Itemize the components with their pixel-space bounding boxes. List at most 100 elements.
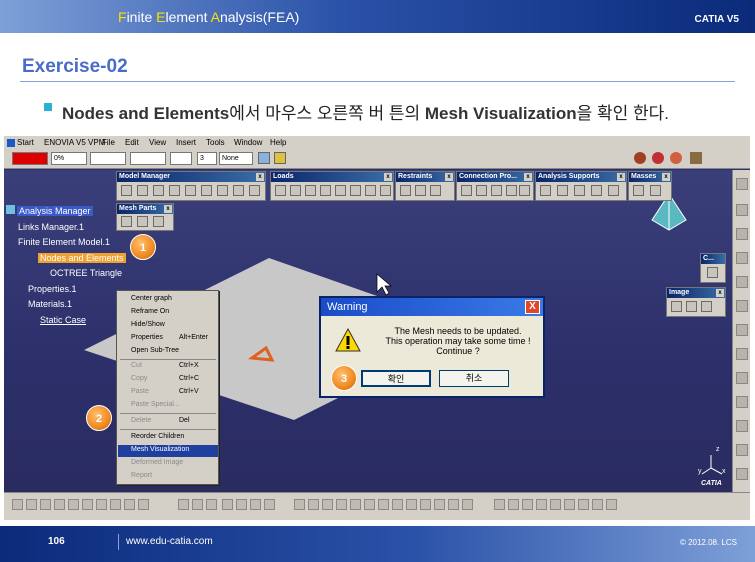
hide-show-icon[interactable] [434, 499, 445, 510]
tree-analysis-manager[interactable]: Analysis Manager [17, 206, 93, 216]
layer-number[interactable]: 3 [197, 152, 217, 165]
normal-view-icon[interactable] [378, 499, 389, 510]
new-icon[interactable] [12, 499, 23, 510]
menu-enovia[interactable]: ENOVIA V5 VPM [44, 138, 105, 147]
tool-icon[interactable] [736, 444, 748, 456]
save-icon[interactable] [40, 499, 51, 510]
close-icon[interactable]: x [617, 173, 625, 181]
tool-icon[interactable] [522, 499, 533, 510]
print-icon[interactable] [54, 499, 65, 510]
website-link[interactable]: www.edu-catia.com [126, 536, 213, 547]
tree-materials[interactable]: Materials.1 [6, 297, 126, 313]
multi-view-icon[interactable] [392, 499, 403, 510]
close-icon[interactable]: x [256, 173, 264, 181]
tree-links-manager[interactable]: Links Manager.1 [6, 220, 126, 236]
tool-icon[interactable] [137, 185, 148, 196]
menu-reframe-on[interactable]: Reframe On [131, 308, 169, 315]
tool-icon[interactable] [574, 185, 585, 196]
tool-icon[interactable] [592, 499, 603, 510]
tool-icon[interactable] [206, 499, 217, 510]
menu-view[interactable]: View [149, 138, 166, 147]
layer-combo[interactable]: None [219, 152, 253, 165]
tool-icon[interactable] [461, 185, 472, 196]
close-icon[interactable]: x [662, 173, 670, 181]
tool-icon[interactable] [736, 348, 748, 360]
brush-icon[interactable] [274, 152, 286, 164]
tool-icon[interactable] [707, 267, 718, 278]
tool-icon[interactable] [400, 185, 411, 196]
tool-icon[interactable] [233, 185, 244, 196]
close-icon[interactable]: x [716, 289, 724, 297]
tool-icon[interactable] [250, 499, 261, 510]
close-icon[interactable]: x [445, 173, 453, 181]
compute-icon[interactable] [652, 152, 664, 164]
tool-icon[interactable] [650, 185, 661, 196]
tool-icon[interactable] [121, 216, 132, 227]
point-combo[interactable] [170, 152, 192, 165]
close-icon[interactable]: x [524, 173, 532, 181]
tool-icon[interactable] [557, 185, 568, 196]
tool-icon[interactable] [185, 185, 196, 196]
zoom-out-icon[interactable] [364, 499, 375, 510]
tool-icon[interactable] [736, 420, 748, 432]
tool-icon[interactable] [335, 185, 346, 196]
paste-icon[interactable] [96, 499, 107, 510]
tool-icon[interactable] [415, 185, 426, 196]
swap-visible-icon[interactable] [448, 499, 459, 510]
rotate-icon[interactable] [336, 499, 347, 510]
tool-icon[interactable] [506, 185, 517, 196]
painter-icon[interactable] [258, 152, 270, 164]
results-icon[interactable] [670, 152, 682, 164]
tool-icon[interactable] [365, 185, 376, 196]
iso-view-icon[interactable] [406, 499, 417, 510]
tool-icon[interactable] [736, 468, 748, 480]
tool-icon[interactable] [290, 185, 301, 196]
open-icon[interactable] [26, 499, 37, 510]
color-combo[interactable] [12, 152, 48, 165]
tool-icon[interactable] [606, 499, 617, 510]
tool-icon[interactable] [320, 185, 331, 196]
fly-icon[interactable] [294, 499, 305, 510]
menu-window[interactable]: Window [234, 138, 262, 147]
tool-icon[interactable] [380, 185, 391, 196]
menu-tools[interactable]: Tools [206, 138, 225, 147]
close-icon[interactable]: x [164, 205, 172, 213]
close-icon[interactable]: X [525, 300, 540, 314]
tool-icon[interactable] [564, 499, 575, 510]
tool-icon[interactable] [736, 276, 748, 288]
tree-properties[interactable]: Properties.1 [6, 282, 126, 298]
analysis-icon[interactable] [634, 152, 646, 164]
tool-icon[interactable] [430, 185, 441, 196]
tool-icon[interactable] [701, 301, 712, 312]
formula-icon[interactable] [178, 499, 189, 510]
tool-icon[interactable] [169, 185, 180, 196]
menu-center-graph[interactable]: Center graph [131, 295, 172, 302]
tool-icon[interactable] [736, 396, 748, 408]
tree-nodes-elements[interactable]: Nodes and Elements [38, 252, 126, 263]
tool-icon[interactable] [264, 499, 275, 510]
sensor-icon[interactable] [690, 152, 702, 164]
menu-help[interactable]: Help [270, 138, 286, 147]
tool-icon[interactable] [153, 216, 164, 227]
tree-fem[interactable]: Finite Element Model.1 [6, 235, 126, 251]
tool-icon[interactable] [671, 301, 682, 312]
tool-icon[interactable] [736, 372, 748, 384]
close-icon[interactable]: x [384, 173, 392, 181]
ok-button[interactable]: 확인 [361, 370, 431, 387]
tool-icon[interactable] [633, 185, 644, 196]
tool-icon[interactable] [137, 216, 148, 227]
tool-icon[interactable] [476, 185, 487, 196]
thickness-combo[interactable] [130, 152, 166, 165]
tool-icon[interactable] [350, 185, 361, 196]
tool-icon[interactable] [519, 185, 530, 196]
tool-icon[interactable] [305, 185, 316, 196]
tool-icon[interactable] [550, 499, 561, 510]
transparency-combo[interactable]: 0% [51, 152, 87, 165]
copy-icon[interactable] [82, 499, 93, 510]
tool-icon[interactable] [121, 185, 132, 196]
tool-icon[interactable] [608, 185, 619, 196]
tool-icon[interactable] [686, 301, 697, 312]
tool-icon[interactable] [153, 185, 164, 196]
linetype-combo[interactable] [90, 152, 126, 165]
undo-icon[interactable] [110, 499, 121, 510]
